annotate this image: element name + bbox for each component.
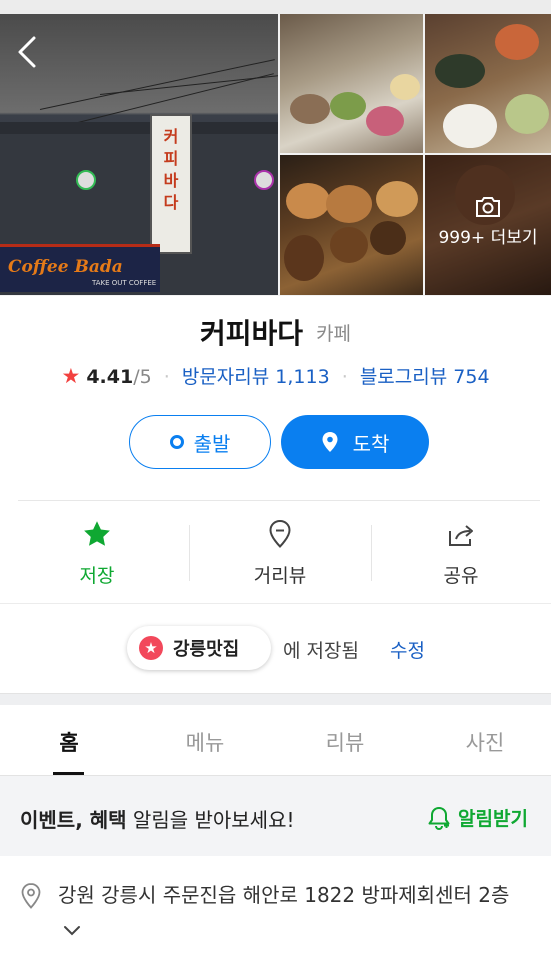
photo-pastries[interactable] <box>280 155 423 295</box>
food-item <box>390 74 420 100</box>
notify-button[interactable]: 알림받기 <box>426 804 528 831</box>
blog-reviews-link[interactable]: 블로그리뷰 754 <box>360 366 490 388</box>
photo-side-dishes[interactable] <box>425 14 551 153</box>
top-strip <box>0 0 551 14</box>
star-icon: ★ <box>139 636 163 660</box>
streetview-action[interactable]: 거리뷰 <box>195 515 365 590</box>
food-item <box>443 104 497 148</box>
food-item <box>284 235 324 281</box>
address-text: 강원 강릉시 주문진읍 해안로 1822 방파제회센터 2층 <box>58 883 510 907</box>
place-category: 카페 <box>316 322 352 345</box>
food-item <box>326 185 372 223</box>
separator-dot: · <box>163 366 170 388</box>
chevron-left-icon <box>18 36 36 68</box>
saved-note: 에 저장됨 <box>283 640 359 662</box>
save-label: 저장 <box>79 565 115 587</box>
notification-text-rest: 알림을 받아보세요! <box>126 808 295 832</box>
food-item <box>286 183 330 219</box>
place-name: 커피바다 <box>199 317 303 350</box>
tab-reviews[interactable]: 리뷰 <box>276 705 414 775</box>
food-item <box>435 54 485 88</box>
food-item <box>330 92 366 120</box>
vertical-sign: 커피바다 <box>150 114 192 254</box>
start-label: 출발 <box>193 431 231 456</box>
streetview-label: 거리뷰 <box>253 565 307 587</box>
address-row[interactable]: 강원 강릉시 주문진읍 해안로 1822 방파제회센터 2층 <box>58 878 538 946</box>
saved-list-name: 강릉맛집 <box>173 639 240 660</box>
ring-icon <box>169 435 184 449</box>
notification-text-bold: 이벤트, 혜택 <box>20 808 127 832</box>
tab-photos[interactable]: 사진 <box>416 705 551 775</box>
banner-logo-text: Coffee Bada <box>8 257 123 277</box>
food-item <box>330 227 368 263</box>
more-photos-button[interactable]: 999+ 더보기 <box>425 195 551 248</box>
divider <box>0 603 551 604</box>
food-item <box>290 94 330 124</box>
notification-text: 이벤트, 혜택 알림을 받아보세요! <box>20 804 295 833</box>
save-action[interactable]: 저장 <box>12 515 182 590</box>
notification-banner: 이벤트, 혜택 알림을 받아보세요! 알림받기 <box>0 776 551 856</box>
rating-row: ★ 4.41/5 · 방문자리뷰 1,113 · 블로그리뷰 754 <box>0 362 551 389</box>
location-pin-icon <box>269 519 291 548</box>
saved-list-chip[interactable]: ★ 강릉맛집 <box>127 626 271 670</box>
shop-logo <box>254 170 274 190</box>
divider <box>18 500 540 501</box>
food-item <box>376 181 418 217</box>
shop-logo <box>76 170 96 190</box>
rating-star-icon: ★ <box>61 364 81 388</box>
chevron-down-icon[interactable] <box>62 924 82 938</box>
back-button[interactable] <box>12 34 42 70</box>
bell-icon <box>428 806 450 830</box>
food-item <box>366 106 404 136</box>
location-pin-icon <box>21 883 41 909</box>
share-action[interactable]: 공유 <box>376 515 546 590</box>
notify-label: 알림받기 <box>458 808 528 830</box>
title-row: 커피바다 카페 <box>0 312 551 352</box>
food-item <box>505 94 549 134</box>
photo-display-case[interactable] <box>280 14 423 153</box>
tab-menu[interactable]: 메뉴 <box>136 705 274 775</box>
more-photos-label: 999+ 더보기 <box>438 228 538 248</box>
arrive-label: 도착 <box>352 431 390 456</box>
map-pin-icon <box>322 432 338 452</box>
star-icon <box>84 521 110 546</box>
photo-gallery: 커피바다 Coffee Bada TAKE OUT COFFEE 999+ 더보… <box>0 0 551 296</box>
separator-dot: · <box>341 366 348 388</box>
food-item <box>495 24 539 60</box>
separator <box>371 525 372 581</box>
section-gap <box>0 693 551 705</box>
cafe-banner: Coffee Bada TAKE OUT COFFEE <box>0 244 160 292</box>
tab-home[interactable]: 홈 <box>0 705 138 775</box>
start-button[interactable]: 출발 <box>129 415 271 469</box>
visitor-reviews-link[interactable]: 방문자리뷰 1,113 <box>182 366 330 388</box>
banner-sub-text: TAKE OUT COFFEE <box>92 279 157 287</box>
rating-value: 4.41 <box>86 366 134 388</box>
more-photos-tile[interactable]: 999+ 더보기 <box>425 155 551 295</box>
rating-max: /5 <box>133 366 152 388</box>
separator <box>189 525 190 581</box>
arrive-button[interactable]: 도착 <box>281 415 429 469</box>
camera-icon <box>476 197 500 217</box>
share-icon <box>449 525 473 546</box>
edit-saved-link[interactable]: 수정 <box>390 636 425 663</box>
food-item <box>370 221 406 255</box>
share-label: 공유 <box>443 565 479 587</box>
